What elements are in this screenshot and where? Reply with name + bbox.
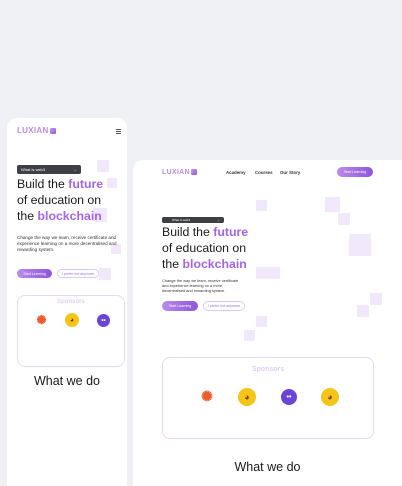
spark-icon: ✺ xyxy=(36,312,47,327)
hero-description: Change the way we learn, receive certifi… xyxy=(162,278,239,293)
secondary-button[interactable]: I prefer not anymore xyxy=(203,301,245,311)
nav-our-story[interactable]: Our Story xyxy=(280,170,300,175)
section-title: What we do xyxy=(234,460,301,474)
section-title: What we do xyxy=(33,374,100,388)
what-is-web3-pill[interactable]: What is web3 → xyxy=(17,165,81,174)
what-is-web3-pill[interactable]: What is web3 → xyxy=(162,217,224,223)
nav-start-learning-button[interactable]: Start Learning xyxy=(337,167,373,177)
desktop-frame: LUXIAN Academy Courses Our Story Start L… xyxy=(133,160,402,486)
logo-mark-icon xyxy=(49,127,56,134)
arrow-right-icon: → xyxy=(73,167,77,172)
sponsors-title: Sponsors xyxy=(251,366,285,373)
decorative-square xyxy=(357,305,369,317)
decorative-square xyxy=(256,316,267,327)
hero-headline: Build the future of education on the blo… xyxy=(162,225,249,271)
nav-academy[interactable]: Academy xyxy=(226,170,246,175)
decorative-square xyxy=(338,213,350,225)
logo[interactable]: LUXIAN xyxy=(17,126,56,135)
sponsors-title: Sponsors xyxy=(57,299,85,305)
decorative-square xyxy=(370,293,382,305)
hero-description: Change the way we learn, receive certifi… xyxy=(17,235,117,252)
hero-headline: Build the future of education on the blo… xyxy=(17,177,104,223)
arrow-right-icon: → xyxy=(217,218,220,222)
decorative-square xyxy=(97,160,109,172)
mobile-frame: LUXIAN What is web3 → Build the future o… xyxy=(7,118,127,486)
sponsors-card: Sponsors ✺ ◕ •• xyxy=(17,295,125,367)
sponsors-card: Sponsors ✺ ◕ •• ◕ xyxy=(162,357,374,439)
shiba-icon: ◕ xyxy=(321,388,339,406)
decorative-square xyxy=(99,268,111,280)
pill-label: What is web3 xyxy=(21,167,46,172)
decorative-square xyxy=(325,197,340,212)
shiba-icon: ◕ xyxy=(238,388,256,406)
start-learning-button[interactable]: Start Learning xyxy=(162,301,198,311)
start-learning-button[interactable]: Start Learning xyxy=(17,269,52,278)
spark-icon: ✺ xyxy=(201,387,213,404)
logo-mark-icon xyxy=(190,169,197,176)
shiba-icon: ◕ xyxy=(65,313,79,327)
hamburger-menu-icon[interactable] xyxy=(116,129,121,134)
decorative-square xyxy=(256,200,267,211)
pill-label: What is web3 xyxy=(172,218,191,222)
decorative-square xyxy=(244,330,255,341)
logo[interactable]: LUXIAN xyxy=(162,169,197,176)
chat-icon: •• xyxy=(97,314,110,327)
nav-courses[interactable]: Courses xyxy=(255,170,273,175)
decorative-square xyxy=(349,234,371,256)
secondary-button[interactable]: I prefer not anymore xyxy=(57,269,99,278)
chat-icon: •• xyxy=(281,389,297,405)
